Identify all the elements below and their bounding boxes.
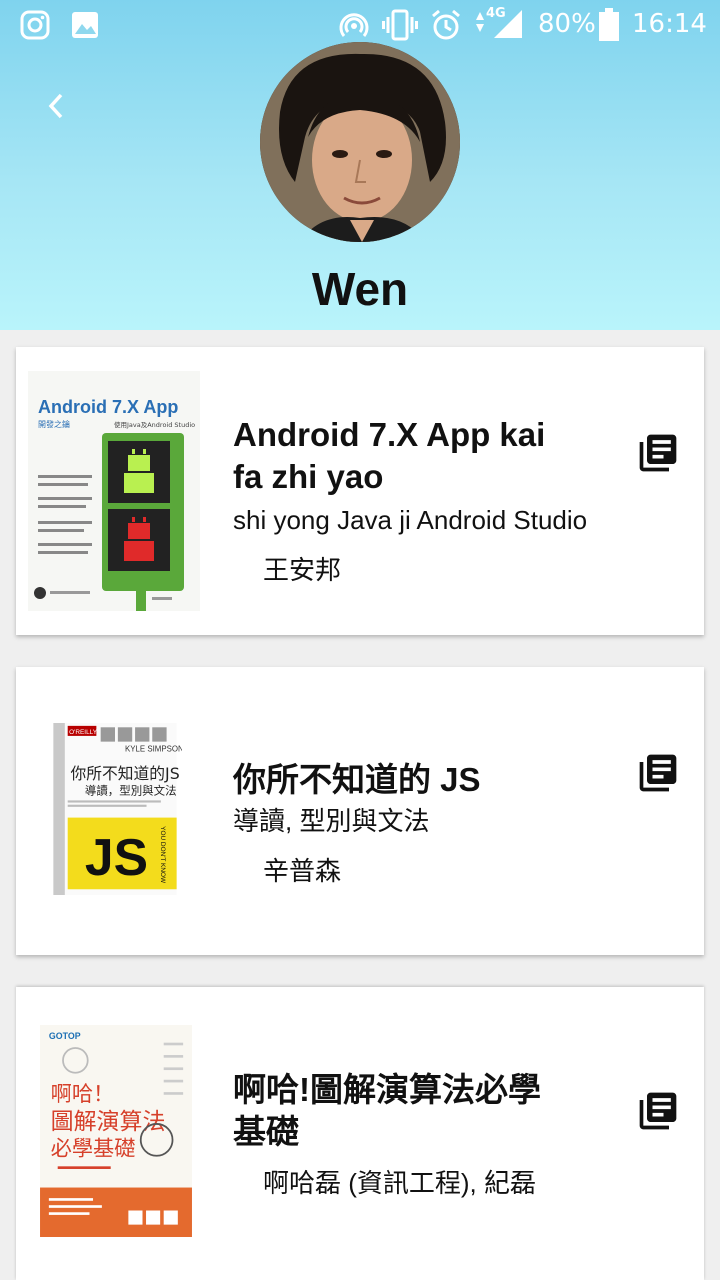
- cover-side-text: YOU DON'T KNOW: [159, 826, 166, 884]
- cover-author: KYLE SIMPSON: [125, 745, 182, 754]
- book-card[interactable]: O'REILLY KYLE SIMPSON 你所不知道的JS 導讀，型別與文法 …: [16, 667, 704, 955]
- library-books-icon[interactable]: [636, 431, 680, 475]
- cover-subtitle: 導讀，型別與文法: [85, 784, 177, 798]
- battery-percent: 80%: [538, 9, 596, 39]
- book-cover: O'REILLY KYLE SIMPSON 你所不知道的JS 導讀，型別與文法 …: [53, 723, 182, 895]
- cover-title: 你所不知道的JS: [71, 764, 180, 783]
- instagram-icon: [20, 10, 50, 40]
- user-name: Wen: [311, 263, 409, 315]
- book-subtitle: shi yong Java ji Android Studio: [233, 505, 588, 535]
- cover-line2: 圖解演算法: [51, 1109, 166, 1135]
- book-info: 啊哈!圖解演算法必學基礎 啊哈磊 (資訊工程), 紀磊: [233, 1069, 623, 1201]
- clock: 16:14: [632, 9, 707, 39]
- book-cover: GOTOP 啊哈！ 圖解演算法 必學基礎: [40, 1025, 192, 1237]
- book-card[interactable]: Android 7.X App 開發之鑰 使用Java及Android Stud…: [16, 347, 704, 635]
- book-author: 王安邦: [263, 555, 342, 585]
- book-author: 辛普森: [263, 856, 342, 886]
- library-books-icon[interactable]: [636, 1089, 680, 1133]
- battery-icon: [599, 8, 619, 41]
- book-info: 你所不知道的 JS 導讀, 型別與文法 辛普森: [233, 759, 623, 889]
- book-card[interactable]: GOTOP 啊哈！ 圖解演算法 必學基礎 啊哈!圖解演算法必學基礎 啊哈磊 (資…: [16, 987, 704, 1280]
- book-author: 啊哈磊 (資訊工程), 紀磊: [263, 1168, 536, 1198]
- cover-badge: JS: [85, 828, 148, 886]
- cover-line1: 啊哈！: [51, 1081, 115, 1106]
- book-cover: Android 7.X App 開發之鑰 使用Java及Android Stud…: [28, 371, 200, 611]
- cover-publisher: O'REILLY: [69, 729, 98, 736]
- book-info: Android 7.X App kai fa zhi yao shi yong …: [233, 414, 623, 588]
- cover-line3: 必學基礎: [51, 1136, 136, 1161]
- alarm-icon: [432, 9, 460, 40]
- cover-line2: 開發之鑰: [38, 419, 70, 429]
- book-title: Android 7.X App kai fa zhi yao: [233, 416, 546, 495]
- avatar[interactable]: [260, 42, 460, 242]
- gallery-icon: [72, 12, 98, 38]
- cover-publisher: GOTOP: [49, 1031, 81, 1041]
- book-title: 你所不知道的 JS: [233, 761, 481, 798]
- avatar-photo: [260, 42, 460, 242]
- back-button[interactable]: [30, 80, 82, 132]
- library-books-icon[interactable]: [636, 751, 680, 795]
- network-type: 4G: [486, 6, 506, 21]
- book-subtitle: 導讀, 型別與文法: [233, 806, 430, 836]
- hotspot-icon: [339, 13, 369, 37]
- vibrate-icon: [382, 9, 418, 41]
- cover-line3: 使用Java及Android Studio: [114, 420, 195, 429]
- book-title: 啊哈!圖解演算法必學基礎: [233, 1071, 541, 1150]
- chevron-left-icon: [48, 93, 63, 119]
- cover-heading: Android 7.X App: [38, 397, 178, 417]
